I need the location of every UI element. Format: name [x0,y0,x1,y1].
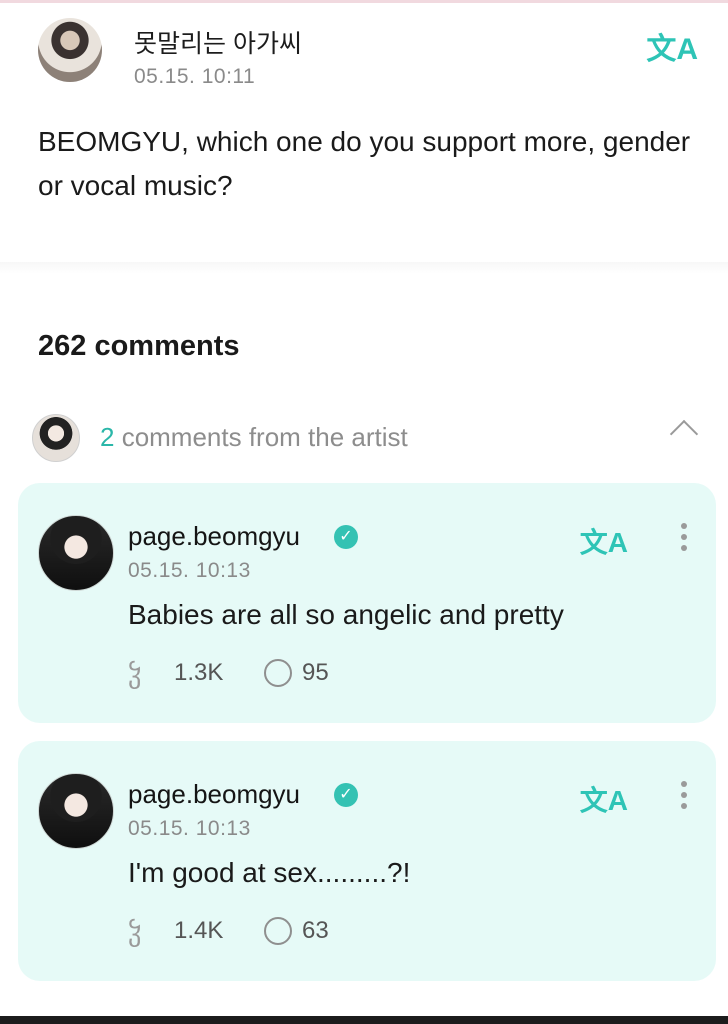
comment-text: I'm good at sex.........?! [128,857,411,888]
artist-comments-label: 2 comments from the artist [100,422,408,453]
comment-text: Babies are all so angelic and pretty [128,599,564,630]
more-options-icon[interactable] [680,523,688,559]
translate-icon[interactable]: 文A [580,779,628,819]
comment-timestamp: 05.15. 10:13 [128,559,251,582]
reply-icon[interactable] [264,917,292,945]
reply-icon[interactable] [264,659,292,687]
post-body-text: BEOMGYU, which one do you support more, … [38,126,691,201]
comment-timestamp: 05.15. 10:13 [128,817,251,840]
more-options-icon[interactable] [680,781,688,817]
comment-author-name[interactable]: page.beomgyu [128,521,300,552]
post-author-name[interactable]: 못말리는 아가씨 [134,24,302,60]
reply-count: 63 [302,917,329,944]
comments-count: 262 comments [38,330,240,362]
artist-comments-number: 2 [100,422,115,452]
artist-comments-toggle[interactable]: 2 comments from the artist [32,412,702,464]
chevron-up-icon[interactable] [669,419,699,449]
post-header: 못말리는 아가씨 05.15. 10:11 文A [38,18,698,98]
translate-icon[interactable]: 文A [646,24,698,68]
like-count: 1.4K [174,917,224,944]
artist-comments-text: comments from the artist [114,422,408,452]
section-divider [0,262,728,274]
artist-mini-avatar [32,414,80,462]
post-timestamp: 05.15. 10:11 [134,65,256,88]
user-avatar[interactable] [38,18,102,82]
artist-avatar[interactable] [38,515,114,591]
verified-badge-icon: ✓ [334,783,358,807]
artist-comment-card: page.beomgyu ✓ 05.15. 10:13 文A I'm good … [18,741,716,981]
verified-badge-icon: ✓ [334,525,358,549]
artist-avatar[interactable] [38,773,114,849]
reply-count: 95 [302,659,329,686]
comment-author-name[interactable]: page.beomgyu [128,779,300,810]
artist-comment-card: page.beomgyu ✓ 05.15. 10:13 文A Babies ar… [18,483,716,723]
bottom-border [0,1016,728,1024]
like-icon[interactable]: ჴ [128,917,141,948]
top-border [0,0,728,3]
translate-icon[interactable]: 文A [580,521,628,561]
like-count: 1.3K [174,659,224,686]
like-icon[interactable]: ჴ [128,659,141,690]
